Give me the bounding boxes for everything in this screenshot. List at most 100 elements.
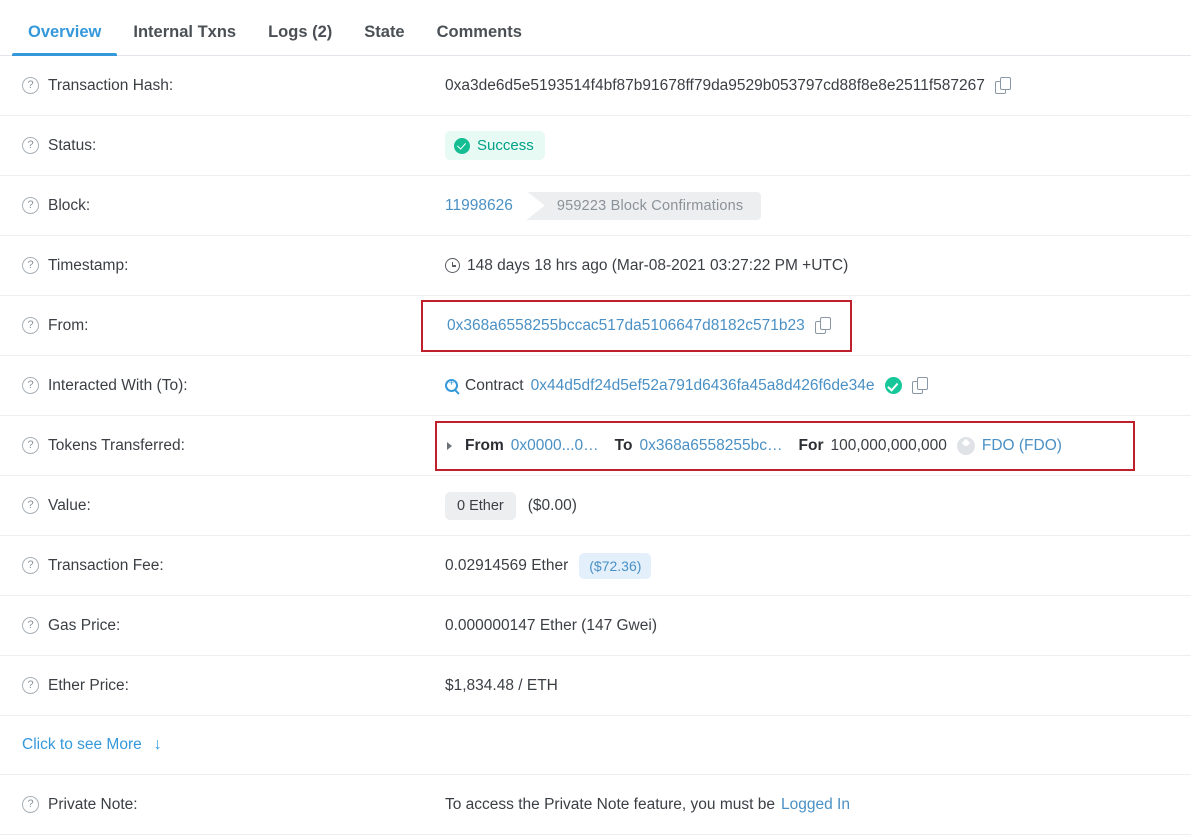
row-status: ? Status: Success xyxy=(0,116,1191,176)
click-to-see-more-button[interactable]: Click to see More ↓ xyxy=(22,736,162,754)
value-value-cell: 0 Ether ($0.00) xyxy=(445,491,1191,520)
value-label-cell: ? Value: xyxy=(22,497,445,515)
contract-prefix-label: Contract xyxy=(465,376,524,394)
from-value-cell: 0x368a6558255bccac517da5106647d8182c571b… xyxy=(421,299,1191,352)
clock-icon xyxy=(445,258,460,273)
interacted-with-label: Interacted With (To): xyxy=(48,376,188,394)
status-label-cell: ? Status: xyxy=(22,137,445,155)
tab-overview[interactable]: Overview xyxy=(12,23,118,56)
block-confirmations-label: 959223 Block Confirmations xyxy=(526,191,762,220)
token-for-keyword: For xyxy=(798,436,824,454)
value-amount-badge: 0 Ether xyxy=(445,491,516,520)
tab-internal-txns[interactable]: Internal Txns xyxy=(117,23,252,56)
tab-comments[interactable]: Comments xyxy=(421,23,538,56)
transaction-hash-label: Transaction Hash: xyxy=(48,76,174,94)
transaction-fee-value-cell: 0.02914569 Ether ($72.36) xyxy=(445,552,1191,579)
transaction-fee-label-cell: ? Transaction Fee: xyxy=(22,557,445,575)
token-amount: 100,000,000,000 xyxy=(830,436,947,454)
timestamp-value: 148 days 18 hrs ago (Mar-08-2021 03:27:2… xyxy=(467,256,849,274)
help-icon[interactable]: ? xyxy=(22,377,39,394)
tokens-transferred-label: Tokens Transferred: xyxy=(48,436,185,454)
block-confirmations: 959223 Block Confirmations xyxy=(526,191,762,221)
token-to-keyword: To xyxy=(614,436,633,454)
fdo-token-icon xyxy=(956,436,975,455)
timestamp-value-cell: 148 days 18 hrs ago (Mar-08-2021 03:27:2… xyxy=(445,257,1191,275)
row-private-note: ? Private Note: To access the Private No… xyxy=(0,775,1191,835)
from-address-link[interactable]: 0x368a6558255bccac517da5106647d8182c571b… xyxy=(447,317,805,335)
row-from: ? From: 0x368a6558255bccac517da5106647d8… xyxy=(0,296,1191,356)
click-to-see-more-label: Click to see More xyxy=(22,736,142,753)
status-value-cell: Success xyxy=(445,131,1191,160)
interacted-with-value-cell: Contract 0x44d5df24d5ef52a791d6436fa45a8… xyxy=(445,376,1191,395)
help-icon[interactable]: ? xyxy=(22,77,39,94)
row-interacted-with: ? Interacted With (To): Contract 0x44d5d… xyxy=(0,356,1191,416)
token-from-keyword: From xyxy=(465,436,504,454)
magnifier-icon[interactable] xyxy=(445,377,458,392)
help-icon[interactable]: ? xyxy=(22,197,39,214)
ether-price-label: Ether Price: xyxy=(48,676,129,694)
transaction-hash-value-cell: 0xa3de6d5e5193514f4bf87b91678ff79da9529b… xyxy=(445,76,1191,95)
verified-check-icon xyxy=(884,377,902,394)
row-timestamp: ? Timestamp: 148 days 18 hrs ago (Mar-08… xyxy=(0,236,1191,296)
interacted-with-label-cell: ? Interacted With (To): xyxy=(22,377,445,395)
tokens-highlight-box: From 0x0000...0… To 0x368a6558255bc… For… xyxy=(435,420,1135,471)
token-from-address-link[interactable]: 0x0000...0… xyxy=(511,437,599,455)
ether-price-value-cell: $1,834.48 / ETH xyxy=(445,677,1191,695)
block-number-link[interactable]: 11998626 xyxy=(445,197,513,215)
chevron-down-icon: ↓ xyxy=(153,736,162,753)
tab-bar: Overview Internal Txns Logs (2) State Co… xyxy=(0,0,1191,56)
row-ether-price: ? Ether Price: $1,834.48 / ETH xyxy=(0,656,1191,716)
help-icon[interactable]: ? xyxy=(22,137,39,154)
transaction-hash-value: 0xa3de6d5e5193514f4bf87b91678ff79da9529b… xyxy=(445,76,985,94)
transaction-fee-amount: 0.02914569 Ether xyxy=(445,556,569,574)
token-name-link[interactable]: FDO (FDO) xyxy=(982,437,1062,455)
help-icon[interactable]: ? xyxy=(22,317,39,334)
private-note-label: Private Note: xyxy=(48,795,138,813)
transaction-fee-label: Transaction Fee: xyxy=(48,556,164,574)
check-circle-icon xyxy=(454,137,470,154)
help-icon[interactable]: ? xyxy=(22,257,39,274)
transaction-fee-fiat-badge: ($72.36) xyxy=(579,552,652,579)
from-highlight-box: 0x368a6558255bccac517da5106647d8182c571b… xyxy=(421,299,852,352)
contract-address-link[interactable]: 0x44d5df24d5ef52a791d6436fa45a8d426f6de3… xyxy=(531,377,875,395)
row-transaction-hash: ? Transaction Hash: 0xa3de6d5e5193514f4b… xyxy=(0,56,1191,116)
row-click-to-see-more: Click to see More ↓ xyxy=(0,716,1191,775)
token-to-address-link[interactable]: 0x368a6558255bc… xyxy=(639,437,782,455)
gas-price-value-cell: 0.000000147 Ether (147 Gwei) xyxy=(445,617,1191,635)
expand-caret-icon[interactable] xyxy=(447,441,457,450)
block-label-cell: ? Block: xyxy=(22,197,445,215)
status-label: Status: xyxy=(48,136,97,154)
gas-price-label: Gas Price: xyxy=(48,616,121,634)
row-block: ? Block: 11998626 959223 Block Confirmat… xyxy=(0,176,1191,236)
row-value: ? Value: 0 Ether ($0.00) xyxy=(0,476,1191,536)
copy-icon[interactable] xyxy=(911,376,929,395)
logged-in-link[interactable]: Logged In xyxy=(781,796,850,814)
tokens-transferred-value-cell: From 0x0000...0… To 0x368a6558255bc… For… xyxy=(435,420,1191,471)
help-icon[interactable]: ? xyxy=(22,497,39,514)
help-icon[interactable]: ? xyxy=(22,796,39,813)
ether-price-label-cell: ? Ether Price: xyxy=(22,677,445,695)
from-label: From: xyxy=(48,316,89,334)
overview-details: ? Transaction Hash: 0xa3de6d5e5193514f4b… xyxy=(0,56,1191,835)
help-icon[interactable]: ? xyxy=(22,437,39,454)
help-icon[interactable]: ? xyxy=(22,617,39,634)
private-note-text: To access the Private Note feature, you … xyxy=(445,795,775,813)
ether-price-value: $1,834.48 / ETH xyxy=(445,676,558,694)
block-value-cell: 11998626 959223 Block Confirmations xyxy=(445,191,1191,221)
gas-price-label-cell: ? Gas Price: xyxy=(22,617,445,635)
copy-icon[interactable] xyxy=(994,76,1012,95)
copy-icon[interactable] xyxy=(814,316,832,335)
timestamp-label-cell: ? Timestamp: xyxy=(22,257,445,275)
help-icon[interactable]: ? xyxy=(22,557,39,574)
transaction-hash-label-cell: ? Transaction Hash: xyxy=(22,77,445,95)
status-badge: Success xyxy=(445,131,545,160)
tokens-transferred-label-cell: ? Tokens Transferred: xyxy=(22,437,445,455)
gas-price-value: 0.000000147 Ether (147 Gwei) xyxy=(445,616,657,634)
status-badge-label: Success xyxy=(477,137,534,154)
row-transaction-fee: ? Transaction Fee: 0.02914569 Ether ($72… xyxy=(0,536,1191,596)
tab-state[interactable]: State xyxy=(348,23,420,56)
row-gas-price: ? Gas Price: 0.000000147 Ether (147 Gwei… xyxy=(0,596,1191,656)
help-icon[interactable]: ? xyxy=(22,677,39,694)
private-note-label-cell: ? Private Note: xyxy=(22,796,445,814)
tab-logs[interactable]: Logs (2) xyxy=(252,23,348,56)
